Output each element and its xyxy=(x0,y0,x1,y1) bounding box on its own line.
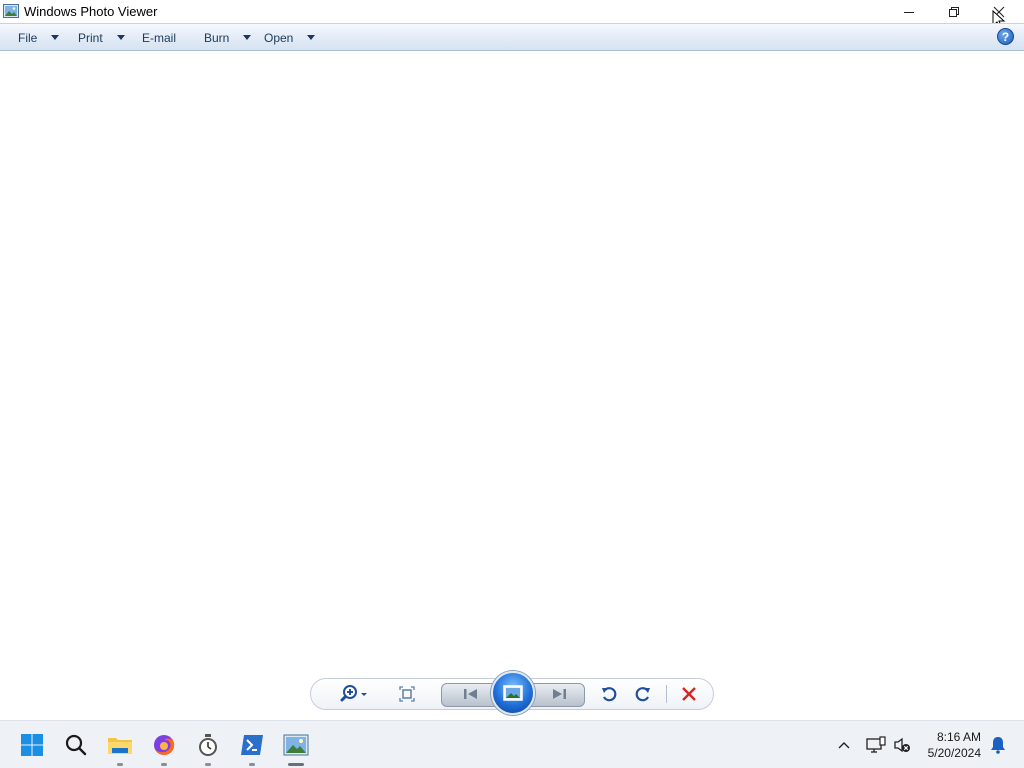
control-separator xyxy=(666,685,667,703)
clock-app-icon xyxy=(199,734,217,756)
slideshow-button[interactable] xyxy=(491,671,535,715)
rotate-clockwise-button[interactable] xyxy=(631,679,655,709)
taskbar: 8:16 AM 5/20/2024 xyxy=(0,720,1024,768)
taskbar-powershell[interactable] xyxy=(236,729,268,766)
search-button[interactable] xyxy=(60,729,92,761)
zoom-icon xyxy=(340,685,367,702)
command-bar: File Print E-mail Burn Open ? xyxy=(0,23,1024,51)
show-hidden-icons-button[interactable] xyxy=(830,729,858,761)
title-bar: Windows Photo Viewer xyxy=(0,0,1024,30)
menu-print[interactable]: Print xyxy=(78,24,125,51)
running-indicator xyxy=(117,763,123,766)
minimize-button[interactable] xyxy=(886,0,931,23)
zoom-button[interactable] xyxy=(337,679,373,709)
next-icon xyxy=(553,689,566,699)
next-button[interactable] xyxy=(539,679,579,709)
active-indicator xyxy=(288,763,304,766)
chevron-down-icon xyxy=(51,35,60,40)
menu-email[interactable]: E-mail xyxy=(142,24,176,51)
image-view-area[interactable] xyxy=(0,51,1024,671)
photo-viewer-window: Windows Photo Viewer File Print E-mail B… xyxy=(0,0,1024,720)
menu-file[interactable]: File xyxy=(18,24,60,51)
restore-button[interactable] xyxy=(931,0,976,23)
photo-viewer-icon xyxy=(283,734,309,756)
running-indicator xyxy=(205,763,211,766)
menu-burn-label: Burn xyxy=(204,30,230,45)
previous-button[interactable] xyxy=(451,679,491,709)
running-indicator xyxy=(249,763,255,766)
search-icon xyxy=(65,734,87,756)
bell-icon xyxy=(991,737,1005,754)
powershell-icon xyxy=(241,735,263,755)
network-icon xyxy=(866,736,886,753)
firefox-icon xyxy=(154,734,175,755)
help-button[interactable]: ? xyxy=(997,28,1014,45)
rotate-counterclockwise-icon xyxy=(602,687,617,702)
taskbar-clock-app[interactable] xyxy=(192,729,224,766)
restore-icon xyxy=(948,6,959,17)
chevron-down-icon xyxy=(116,35,125,40)
menu-burn[interactable]: Burn xyxy=(204,24,252,51)
clock-time: 8:16 AM xyxy=(936,730,981,744)
delete-button[interactable] xyxy=(675,679,703,709)
window-title: Windows Photo Viewer xyxy=(24,4,158,19)
running-indicator xyxy=(161,763,167,766)
previous-icon xyxy=(464,689,477,699)
help-icon: ? xyxy=(1001,29,1010,44)
taskbar-file-explorer[interactable] xyxy=(104,729,136,766)
menu-print-label: Print xyxy=(78,30,103,45)
volume-muted-icon xyxy=(894,737,910,753)
delete-icon xyxy=(682,687,696,701)
volume-button[interactable] xyxy=(888,729,916,761)
rotate-counterclockwise-button[interactable] xyxy=(597,679,621,709)
actual-size-button[interactable] xyxy=(395,679,419,709)
slideshow-icon xyxy=(503,685,523,701)
fit-to-window-icon xyxy=(399,686,415,702)
clock-display[interactable]: 8:16 AM 5/20/2024 xyxy=(928,729,981,761)
chevron-up-icon xyxy=(838,742,850,749)
chevron-down-icon xyxy=(243,35,252,40)
rotate-clockwise-icon xyxy=(635,687,650,702)
network-status-button[interactable] xyxy=(862,729,890,761)
taskbar-photo-viewer[interactable] xyxy=(280,729,312,766)
viewer-controls xyxy=(310,671,714,715)
file-explorer-icon xyxy=(108,738,132,754)
clock-date: 5/20/2024 xyxy=(927,746,981,760)
menu-file-label: File xyxy=(18,30,38,45)
taskbar-firefox[interactable] xyxy=(148,729,180,766)
photo-viewer-app-icon xyxy=(3,4,19,18)
start-icon xyxy=(21,734,43,756)
start-button[interactable] xyxy=(16,729,48,761)
minimize-icon xyxy=(903,11,914,13)
menu-open[interactable]: Open xyxy=(264,24,316,51)
notifications-button[interactable] xyxy=(984,729,1012,761)
chevron-down-icon xyxy=(307,35,316,40)
menu-email-label: E-mail xyxy=(142,30,177,45)
menu-open-label: Open xyxy=(264,30,294,45)
